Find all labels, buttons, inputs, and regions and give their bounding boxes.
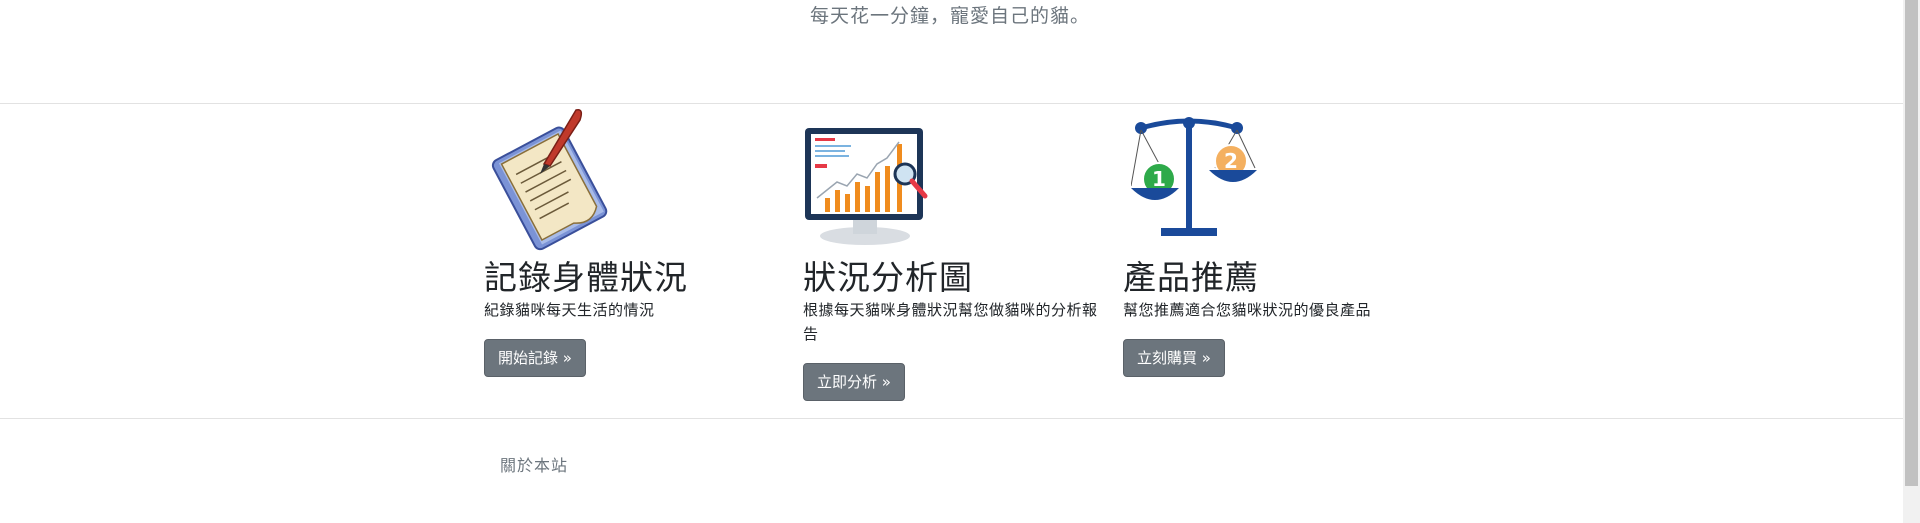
scrollbar-thumb[interactable] (1905, 0, 1918, 486)
feature-description: 幫您推薦適合您貓咪狀況的優良產品 (1123, 301, 1372, 319)
feature-title: 產品推薦 (1123, 258, 1259, 297)
start-record-button[interactable]: 開始記錄 » (484, 339, 586, 377)
scale-label-2: 2 (1224, 149, 1238, 173)
scale-label-1: 1 (1152, 167, 1166, 191)
divider-bottom (0, 418, 1904, 419)
buy-now-button[interactable]: 立刻購買 » (1123, 339, 1225, 377)
feature-title: 狀況分析圖 (803, 258, 973, 297)
analyze-now-button[interactable]: 立即分析 » (803, 363, 905, 401)
scrollbar[interactable] (1903, 0, 1920, 523)
feature-description: 根據每天貓咪身體狀況幫您做貓咪的分析報告 (803, 301, 1098, 343)
tagline: 每天花一分鐘，寵愛自己的貓。 (809, 5, 1090, 27)
feature-description: 紀錄貓咪每天生活的情況 (484, 301, 655, 319)
chart-monitor-icon (803, 126, 933, 255)
feature-title: 記錄身體狀況 (484, 258, 688, 297)
divider-top (0, 103, 1904, 104)
notebook-pen-icon (484, 106, 624, 255)
balance-scale-icon: 1 2 (1130, 116, 1261, 250)
about-link[interactable]: 關於本站 (500, 452, 568, 476)
